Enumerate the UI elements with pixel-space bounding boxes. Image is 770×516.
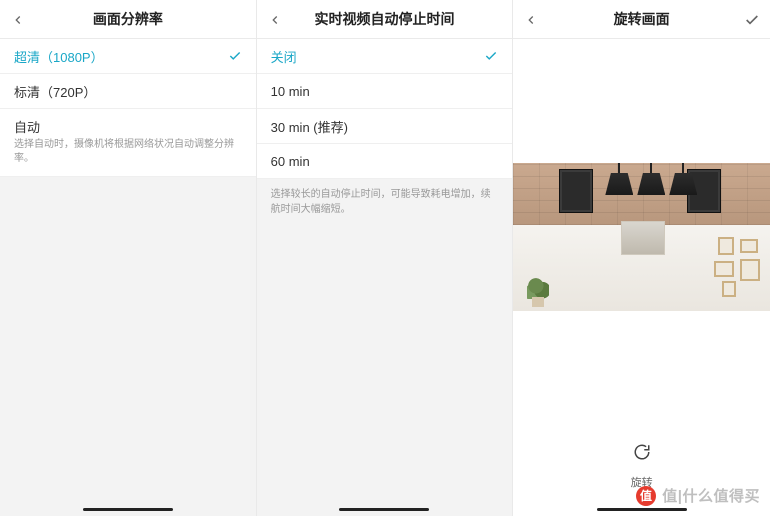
chevron-left-icon <box>268 13 282 27</box>
header: 画面分辨率 <box>0 0 256 39</box>
chevron-left-icon <box>524 13 538 27</box>
option-720p[interactable]: 标清（720P） <box>0 74 256 109</box>
confirm-button[interactable] <box>734 0 770 39</box>
option-label: 自动 <box>14 117 242 136</box>
panel-rotate: 旋转画面 <box>513 0 770 516</box>
rotate-icon <box>633 443 651 461</box>
option-label: 标清（720P） <box>14 82 96 101</box>
back-button[interactable] <box>0 0 36 39</box>
page-title: 实时视频自动停止时间 <box>314 9 454 29</box>
panel-auto-stop: 实时视频自动停止时间 关闭 10 min 30 min (推荐) 60 min <box>257 0 514 516</box>
home-indicator[interactable] <box>339 508 429 511</box>
note-text: 选择较长的自动停止时间，可能导致耗电增加，续航时间大幅缩短。 <box>257 179 513 225</box>
chevron-left-icon <box>11 13 25 27</box>
option-label: 超清（1080P） <box>14 47 104 66</box>
option-30min[interactable]: 30 min (推荐) <box>257 109 513 144</box>
option-1080p[interactable]: 超清（1080P） <box>0 39 256 74</box>
rotate-label: 旋转 <box>631 474 653 490</box>
back-button[interactable] <box>257 0 293 39</box>
option-hint: 选择自动时，摄像机将根据网络状况自动调整分辨率。 <box>14 138 242 166</box>
option-label: 关闭 <box>271 47 297 66</box>
panel-resolution: 画面分辨率 超清（1080P） 标清（720P） 自动 选择自动时，摄像机将根据… <box>0 0 257 516</box>
header: 实时视频自动停止时间 <box>257 0 513 39</box>
option-off[interactable]: 关闭 <box>257 39 513 74</box>
home-indicator[interactable] <box>597 508 687 511</box>
rotate-button[interactable] <box>624 434 660 470</box>
option-60min[interactable]: 60 min <box>257 144 513 179</box>
option-label: 10 min <box>271 84 310 99</box>
option-label: 60 min <box>271 154 310 169</box>
check-icon <box>744 12 760 28</box>
check-icon <box>484 49 498 63</box>
option-10min[interactable]: 10 min <box>257 74 513 109</box>
option-auto[interactable]: 自动 选择自动时，摄像机将根据网络状况自动调整分辨率。 <box>0 109 256 177</box>
option-label: 30 min (推荐) <box>271 117 348 136</box>
page-title: 画面分辨率 <box>93 9 163 29</box>
back-button[interactable] <box>513 0 549 39</box>
check-icon <box>228 49 242 63</box>
page-title: 旋转画面 <box>614 9 670 29</box>
header: 旋转画面 <box>513 0 770 39</box>
camera-preview <box>513 163 770 311</box>
home-indicator[interactable] <box>83 508 173 511</box>
